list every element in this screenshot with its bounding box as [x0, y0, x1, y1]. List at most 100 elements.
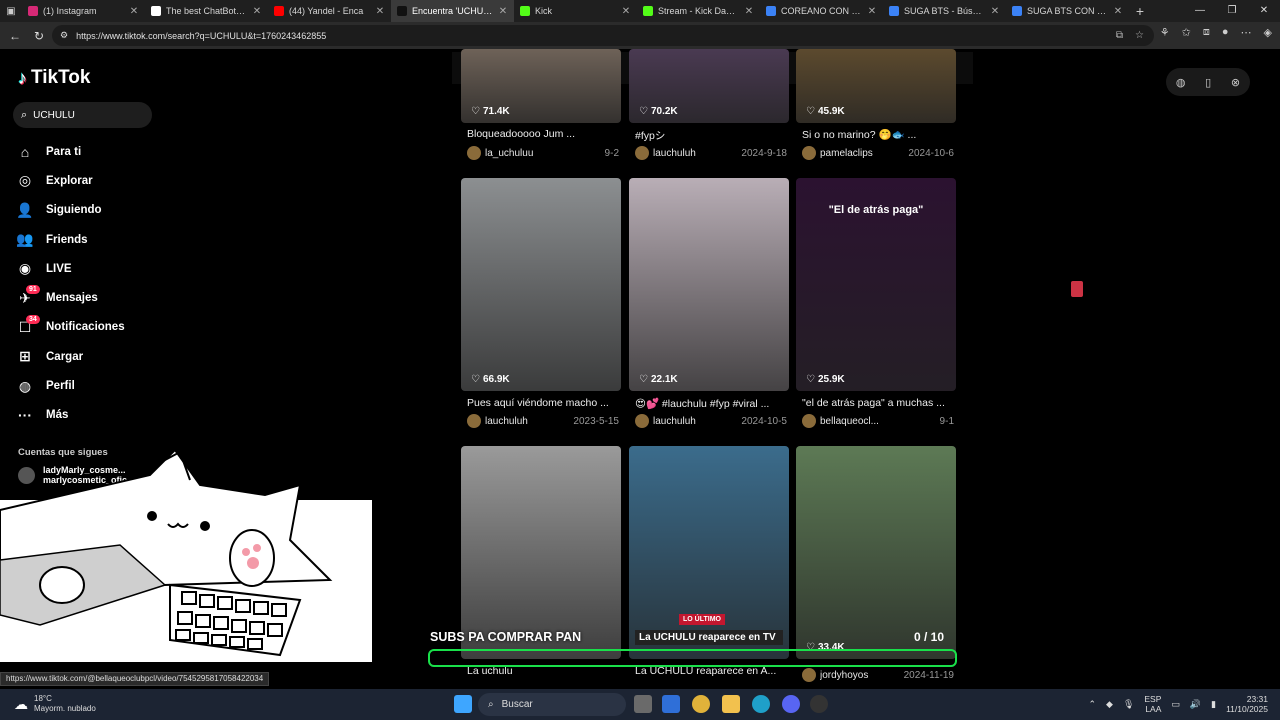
- task-view-icon[interactable]: [634, 695, 652, 713]
- tab-close-icon[interactable]: ✕: [621, 6, 631, 17]
- tab-close-icon[interactable]: ✕: [867, 6, 877, 17]
- site-info-icon[interactable]: ⚙: [60, 30, 68, 41]
- browser-tab[interactable]: Stream - Kick Dashbo ✕: [637, 0, 760, 22]
- favorites-icon[interactable]: ✩: [1182, 26, 1191, 39]
- username[interactable]: pamelaclips: [820, 148, 904, 159]
- video-thumbnail[interactable]: "El de atrás paga" ♡ 25.9K: [796, 178, 956, 391]
- browser-tab[interactable]: COREANO CON MASC ✕: [760, 0, 883, 22]
- video-thumbnail[interactable]: ♡ 45.9K: [796, 49, 956, 123]
- video-thumbnail[interactable]: [461, 446, 621, 659]
- mic-icon[interactable]: 🎙: [1123, 699, 1134, 710]
- video-thumbnail[interactable]: ♡ 70.2K: [629, 49, 789, 123]
- tab-close-icon[interactable]: ✕: [498, 6, 508, 17]
- discord-icon[interactable]: [782, 695, 800, 713]
- store-icon[interactable]: [662, 695, 680, 713]
- tab-close-icon[interactable]: ✕: [1113, 6, 1123, 17]
- extensions-icon[interactable]: ⚘: [1160, 26, 1170, 39]
- network-icon[interactable]: ▭: [1171, 699, 1180, 710]
- open-app-icon[interactable]: ⧉: [1116, 30, 1123, 41]
- video-caption[interactable]: 😍💕 #lauchulu #fyp #viral ...: [635, 397, 785, 410]
- video-thumbnail[interactable]: ♡ 66.9K: [461, 178, 621, 391]
- browser-tab[interactable]: (1) Instagram ✕: [22, 0, 145, 22]
- tab-close-icon[interactable]: ✕: [990, 6, 1000, 17]
- browser-tab[interactable]: Kick ✕: [514, 0, 637, 22]
- language-indicator[interactable]: ESP LAA: [1144, 694, 1161, 714]
- clock[interactable]: 23:31 11/10/2025: [1226, 694, 1268, 714]
- username[interactable]: lauchuluh: [653, 148, 737, 159]
- more-icon: ···: [18, 407, 32, 424]
- video-caption[interactable]: Bloqueadooooo Jum ...: [467, 128, 617, 140]
- file-explorer-icon[interactable]: [722, 695, 740, 713]
- collections-icon[interactable]: ⧈: [1203, 26, 1210, 39]
- maximize-icon[interactable]: ❐: [1216, 0, 1248, 22]
- tiktok-logo[interactable]: ♪ TikTok: [18, 67, 90, 89]
- avatar[interactable]: [802, 146, 816, 160]
- video-thumbnail[interactable]: ♡ 22.1K: [629, 178, 789, 391]
- browser-tab[interactable]: SUGA BTS CON MASC ✕: [1006, 0, 1129, 22]
- avatar[interactable]: [467, 146, 481, 160]
- video-thumbnail[interactable]: LO ÚLTIMO La UCHULU reaparece en TV: [629, 446, 789, 659]
- sidebar-item-mensajes[interactable]: ✈ Mensajes 91: [16, 283, 125, 312]
- avatar[interactable]: [635, 414, 649, 428]
- sidebar-item-notificaciones[interactable]: ☐ Notificaciones 34: [16, 313, 125, 342]
- back-icon[interactable]: ←: [8, 29, 22, 43]
- username[interactable]: lauchuluh: [485, 416, 569, 427]
- tab-close-icon[interactable]: ✕: [744, 6, 754, 17]
- x-close-icon[interactable]: ⊗: [1231, 76, 1240, 89]
- favorite-star-icon[interactable]: ☆: [1135, 30, 1144, 41]
- taskbar-search[interactable]: ⌕ Buscar: [478, 693, 626, 716]
- browser-tab[interactable]: The best ChatBot and ✕: [145, 0, 268, 22]
- weather-widget[interactable]: ☁ 18°C Mayorm. nublado: [14, 694, 96, 714]
- avatar[interactable]: [635, 146, 649, 160]
- sidebar-item-para-ti[interactable]: ⌂ Para ti: [16, 137, 125, 166]
- chrome-icon[interactable]: [692, 695, 710, 713]
- sidebar-item-live[interactable]: ◉ LIVE: [16, 254, 125, 283]
- sidebar-item-m-s[interactable]: ··· Más: [16, 401, 125, 430]
- tab-close-icon[interactable]: ✕: [252, 6, 262, 17]
- username[interactable]: la_uchuluu: [485, 148, 601, 159]
- browser-tab[interactable]: SUGA BTS - Búsqueda ✕: [883, 0, 1006, 22]
- tab-actions-icon[interactable]: ▣: [0, 6, 22, 17]
- video-thumbnail[interactable]: ♡ 71.4K: [461, 49, 621, 123]
- live-icon: ◉: [18, 260, 32, 277]
- video-caption[interactable]: #fypシ: [635, 128, 785, 143]
- sidebar-item-friends[interactable]: 👥 Friends: [16, 225, 125, 254]
- browser-tab[interactable]: Encuentra 'UCHULU' e ✕: [391, 0, 514, 22]
- reload-icon[interactable]: ↻: [32, 29, 46, 43]
- tray-chevron-icon[interactable]: ⌃: [1088, 699, 1096, 710]
- sidebar-item-cargar[interactable]: ⊞ Cargar: [16, 342, 125, 371]
- username[interactable]: jordyhoyos: [820, 670, 900, 681]
- username[interactable]: bellaqueocl...: [820, 416, 936, 427]
- avatar[interactable]: [802, 668, 816, 682]
- browser-tab[interactable]: (44) Yandel - Enca ✕: [268, 0, 391, 22]
- video-caption[interactable]: Pues aquí viéndome macho ...: [467, 397, 617, 409]
- floating-app-icon[interactable]: [1071, 281, 1083, 297]
- close-window-icon[interactable]: ✕: [1248, 0, 1280, 22]
- tray-app-icon[interactable]: ◆: [1106, 699, 1113, 710]
- video-caption[interactable]: Si o no marino? 🤭🐟 ...: [802, 128, 952, 141]
- new-tab-icon[interactable]: +: [1129, 3, 1151, 19]
- device-icon[interactable]: ▯: [1205, 76, 1211, 89]
- sidebar-item-perfil[interactable]: ◍ Perfil: [16, 371, 125, 400]
- app-icon[interactable]: [810, 695, 828, 713]
- sidebar-item-explorar[interactable]: ◎ Explorar: [16, 166, 125, 195]
- windows-start-icon[interactable]: [454, 695, 472, 713]
- edge-icon[interactable]: [752, 695, 770, 713]
- tab-close-icon[interactable]: ✕: [129, 6, 139, 17]
- minimize-icon[interactable]: —: [1184, 0, 1216, 22]
- menu-dots-icon[interactable]: ⋯: [1241, 26, 1252, 39]
- profile-avatar-icon[interactable]: ●: [1222, 26, 1229, 39]
- search-input[interactable]: ⌕ UCHULU: [13, 102, 152, 128]
- avatar[interactable]: [467, 414, 481, 428]
- address-bar[interactable]: ⚙ https://www.tiktok.com/search?q=UCHULU…: [52, 25, 1154, 46]
- volume-icon[interactable]: 🔊: [1190, 699, 1201, 710]
- video-caption[interactable]: "el de atrás paga" a muchas ...: [802, 397, 952, 409]
- username[interactable]: lauchuluh: [653, 416, 737, 427]
- speed-icon[interactable]: ◍: [1176, 76, 1186, 89]
- tab-close-icon[interactable]: ✕: [375, 6, 385, 17]
- copilot-icon[interactable]: ◈: [1264, 26, 1272, 39]
- sidebar-item-siguiendo[interactable]: 👤 Siguiendo: [16, 196, 125, 225]
- avatar[interactable]: [802, 414, 816, 428]
- video-thumbnail[interactable]: ♡ 33.4K: [796, 446, 956, 659]
- battery-icon[interactable]: ▮: [1211, 699, 1216, 710]
